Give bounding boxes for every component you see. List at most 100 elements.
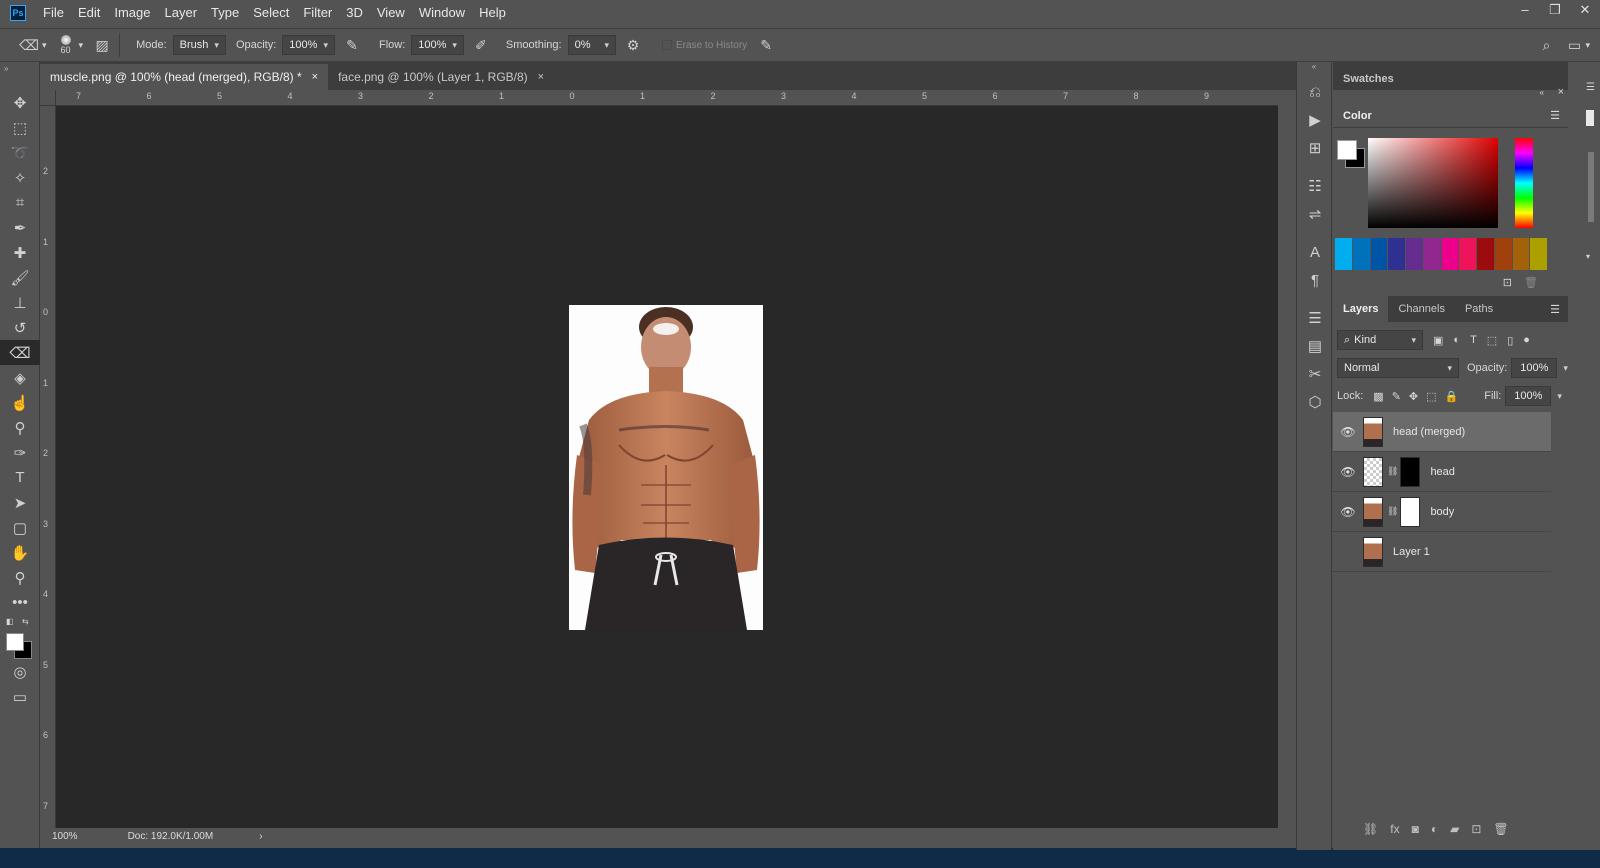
- history-brush-tool-icon[interactable]: ↺: [0, 315, 40, 340]
- menu-layer[interactable]: Layer: [158, 0, 205, 26]
- erase-to-history-checkbox[interactable]: [662, 40, 673, 50]
- actions-panel-icon[interactable]: ▶: [1297, 106, 1333, 134]
- foreground-color-swatch[interactable]: [6, 633, 24, 651]
- collapse-icon[interactable]: «: [1297, 62, 1331, 78]
- tool-presets-icon[interactable]: ✂: [1297, 360, 1333, 388]
- layer-name[interactable]: head (merged): [1393, 426, 1465, 438]
- blend-mode-select[interactable]: Normal ▾: [1337, 358, 1459, 378]
- history-panel-icon[interactable]: ⎌: [1297, 78, 1333, 106]
- hand-tool-icon[interactable]: ✋: [0, 540, 40, 565]
- menu-select[interactable]: Select: [246, 0, 296, 26]
- move-tool-icon[interactable]: ✥: [0, 90, 40, 115]
- swatch[interactable]: [1352, 238, 1370, 270]
- paint-bucket-tool-icon[interactable]: ◈: [0, 365, 40, 390]
- brush-preset-picker[interactable]: 60: [60, 35, 71, 55]
- pressure-size-icon[interactable]: ✎: [755, 34, 777, 56]
- new-layer-icon[interactable]: ⊡: [1471, 822, 1481, 836]
- fx-icon[interactable]: fx: [1390, 822, 1399, 836]
- paragraph-panel-icon[interactable]: ¶: [1297, 266, 1333, 294]
- visibility-toggle[interactable]: ·: [1333, 545, 1363, 559]
- brush-tool-icon[interactable]: 🖌: [0, 265, 40, 290]
- menu-type[interactable]: Type: [204, 0, 246, 26]
- close-tab-icon[interactable]: ×: [312, 71, 318, 83]
- menu-window[interactable]: Window: [412, 0, 472, 26]
- airbrush-icon[interactable]: ✐: [470, 34, 492, 56]
- tab-muscle-png[interactable]: muscle.png @ 100% (head (merged), RGB/8)…: [40, 64, 329, 90]
- shape-tool-icon[interactable]: ▢: [0, 515, 40, 540]
- crop-tool-icon[interactable]: ⌗: [0, 190, 40, 215]
- chevron-right-icon[interactable]: ›: [259, 831, 262, 842]
- chevron-down-icon[interactable]: ▾: [604, 40, 609, 51]
- swatch[interactable]: [1459, 238, 1476, 270]
- scroll-thumb[interactable]: [1586, 110, 1594, 126]
- menu-edit[interactable]: Edit: [71, 0, 107, 26]
- lock-position-icon[interactable]: ✥: [1409, 390, 1418, 403]
- pressure-opacity-icon[interactable]: ✎: [341, 34, 363, 56]
- restore-button[interactable]: ❐: [1540, 0, 1570, 22]
- pen-tool-icon[interactable]: ✑: [0, 440, 40, 465]
- healing-brush-tool-icon[interactable]: ✚: [0, 240, 40, 265]
- trash-icon[interactable]: 🗑: [1524, 276, 1538, 289]
- smudge-tool-icon[interactable]: ☝: [0, 390, 40, 415]
- lock-image-icon[interactable]: ✎: [1392, 390, 1401, 403]
- horizontal-ruler[interactable]: 7 6 5 4 3 2 1 0 1 2 3 4 5 6 7 8 9: [56, 90, 1278, 106]
- clone-stamp-tool-icon[interactable]: ⊥: [0, 290, 40, 315]
- tab-swatches[interactable]: Swatches: [1333, 72, 1404, 86]
- lock-artboard-icon[interactable]: ⬚: [1426, 390, 1436, 403]
- brush-panel-icon[interactable]: ☷: [1297, 172, 1333, 200]
- filter-toggle-icon[interactable]: ●: [1523, 334, 1530, 346]
- document-image[interactable]: [569, 305, 763, 630]
- add-mask-icon[interactable]: ◙: [1412, 822, 1419, 836]
- swatch[interactable]: [1494, 238, 1512, 270]
- collapse-icon[interactable]: »: [0, 62, 39, 90]
- magic-wand-tool-icon[interactable]: ✧: [0, 165, 40, 190]
- panel-menu-icon[interactable]: ☰: [1550, 109, 1560, 122]
- collapse-icon[interactable]: «: [1540, 88, 1544, 97]
- trash-icon[interactable]: 🗑: [1493, 822, 1508, 836]
- tab-channels[interactable]: Channels: [1388, 296, 1454, 322]
- layer-row-layer-1[interactable]: · Layer 1: [1333, 532, 1551, 572]
- chevron-down-icon[interactable]: ▾: [79, 40, 84, 51]
- search-icon[interactable]: ⌕: [1535, 34, 1557, 56]
- default-colors-icon[interactable]: ◧: [6, 617, 14, 626]
- chevron-down-icon[interactable]: ▾: [452, 40, 457, 51]
- layer-name[interactable]: body: [1430, 506, 1454, 518]
- eyedropper-tool-icon[interactable]: ✒: [0, 215, 40, 240]
- lock-transparent-icon[interactable]: ▩: [1373, 390, 1383, 403]
- adjustments-panel-icon[interactable]: ⇌: [1297, 200, 1333, 228]
- new-swatch-icon[interactable]: ⊡: [1503, 276, 1512, 289]
- color-field[interactable]: [1368, 138, 1498, 228]
- menu-3d[interactable]: 3D: [339, 0, 370, 26]
- close-button[interactable]: ✕: [1570, 0, 1600, 22]
- chevron-down-icon[interactable]: ▾: [42, 40, 47, 51]
- layer-row-head[interactable]: 👁 ⛓ head: [1333, 452, 1551, 492]
- swatch[interactable]: [1441, 238, 1459, 270]
- menu-help[interactable]: Help: [472, 0, 513, 26]
- zoom-tool-icon[interactable]: ⚲: [0, 565, 40, 590]
- gear-icon[interactable]: ⚙: [622, 34, 644, 56]
- hue-slider[interactable]: [1515, 138, 1533, 228]
- character-panel-icon[interactable]: A: [1297, 238, 1333, 266]
- flow-field[interactable]: 100% ▾: [411, 35, 464, 55]
- marquee-tool-icon[interactable]: ⬚: [0, 115, 40, 140]
- mode-select[interactable]: Brush ▾: [172, 35, 226, 55]
- panel-menu-icon[interactable]: ☰: [1550, 303, 1560, 316]
- info-panel-icon[interactable]: ⊞: [1297, 134, 1333, 162]
- eraser-tool-icon[interactable]: ⌫: [0, 340, 40, 365]
- foreground-color-swatch[interactable]: [1337, 140, 1357, 160]
- filter-shape-icon[interactable]: ⬚: [1487, 334, 1497, 347]
- swatch[interactable]: [1406, 238, 1423, 270]
- quick-mask-icon[interactable]: ◎: [0, 659, 40, 684]
- link-icon[interactable]: ⛓: [1387, 506, 1398, 517]
- close-tab-icon[interactable]: ×: [538, 71, 544, 83]
- layer-mask-thumbnail[interactable]: [1400, 456, 1421, 487]
- layer-opacity-field[interactable]: 100%: [1511, 358, 1558, 378]
- properties-panel-icon[interactable]: ☰: [1297, 304, 1333, 332]
- swatch[interactable]: [1512, 238, 1530, 270]
- chevron-down-icon[interactable]: ▾: [1586, 252, 1590, 261]
- eye-icon[interactable]: 👁: [1333, 425, 1363, 439]
- more-tools-icon[interactable]: •••: [0, 590, 40, 615]
- workspace-icon[interactable]: ▭: [1563, 34, 1585, 56]
- swatch[interactable]: [1477, 238, 1494, 270]
- swatch[interactable]: [1388, 238, 1405, 270]
